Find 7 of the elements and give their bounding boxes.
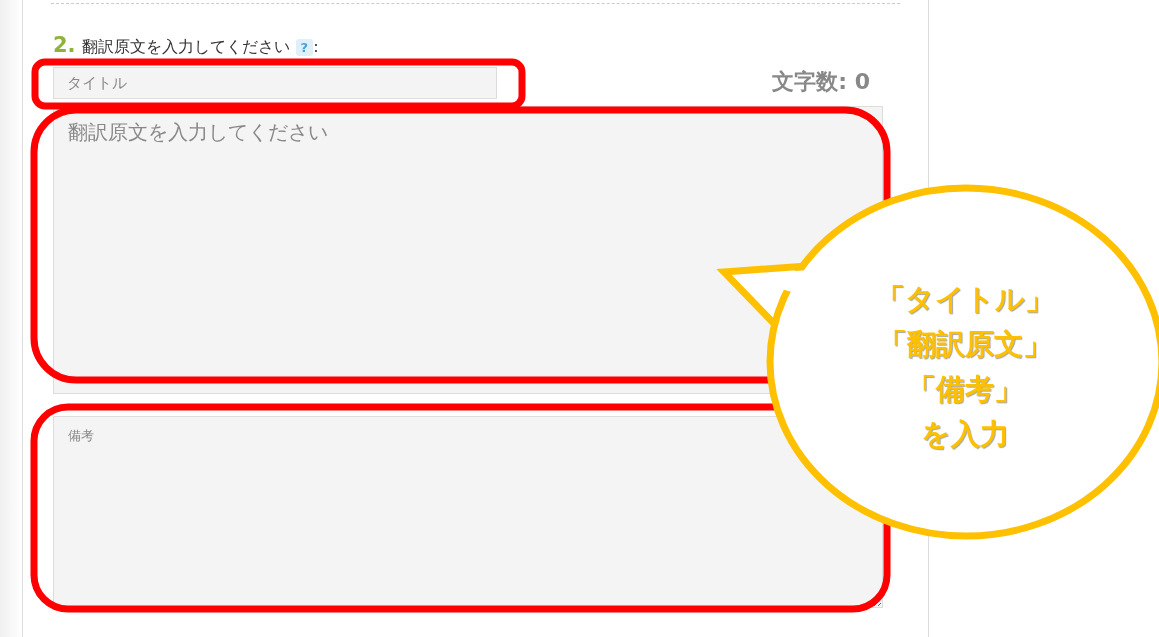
step-number: 2. [53, 33, 76, 57]
section-heading: 翻訳原文を入力してください [81, 37, 290, 58]
title-field[interactable]: タイトル [53, 67, 497, 99]
memo-field[interactable]: 備考 [53, 416, 883, 608]
char-count: 文字数: 0 [772, 68, 870, 96]
help-badge[interactable]: ? [295, 39, 314, 56]
colon-text: : [313, 37, 319, 56]
